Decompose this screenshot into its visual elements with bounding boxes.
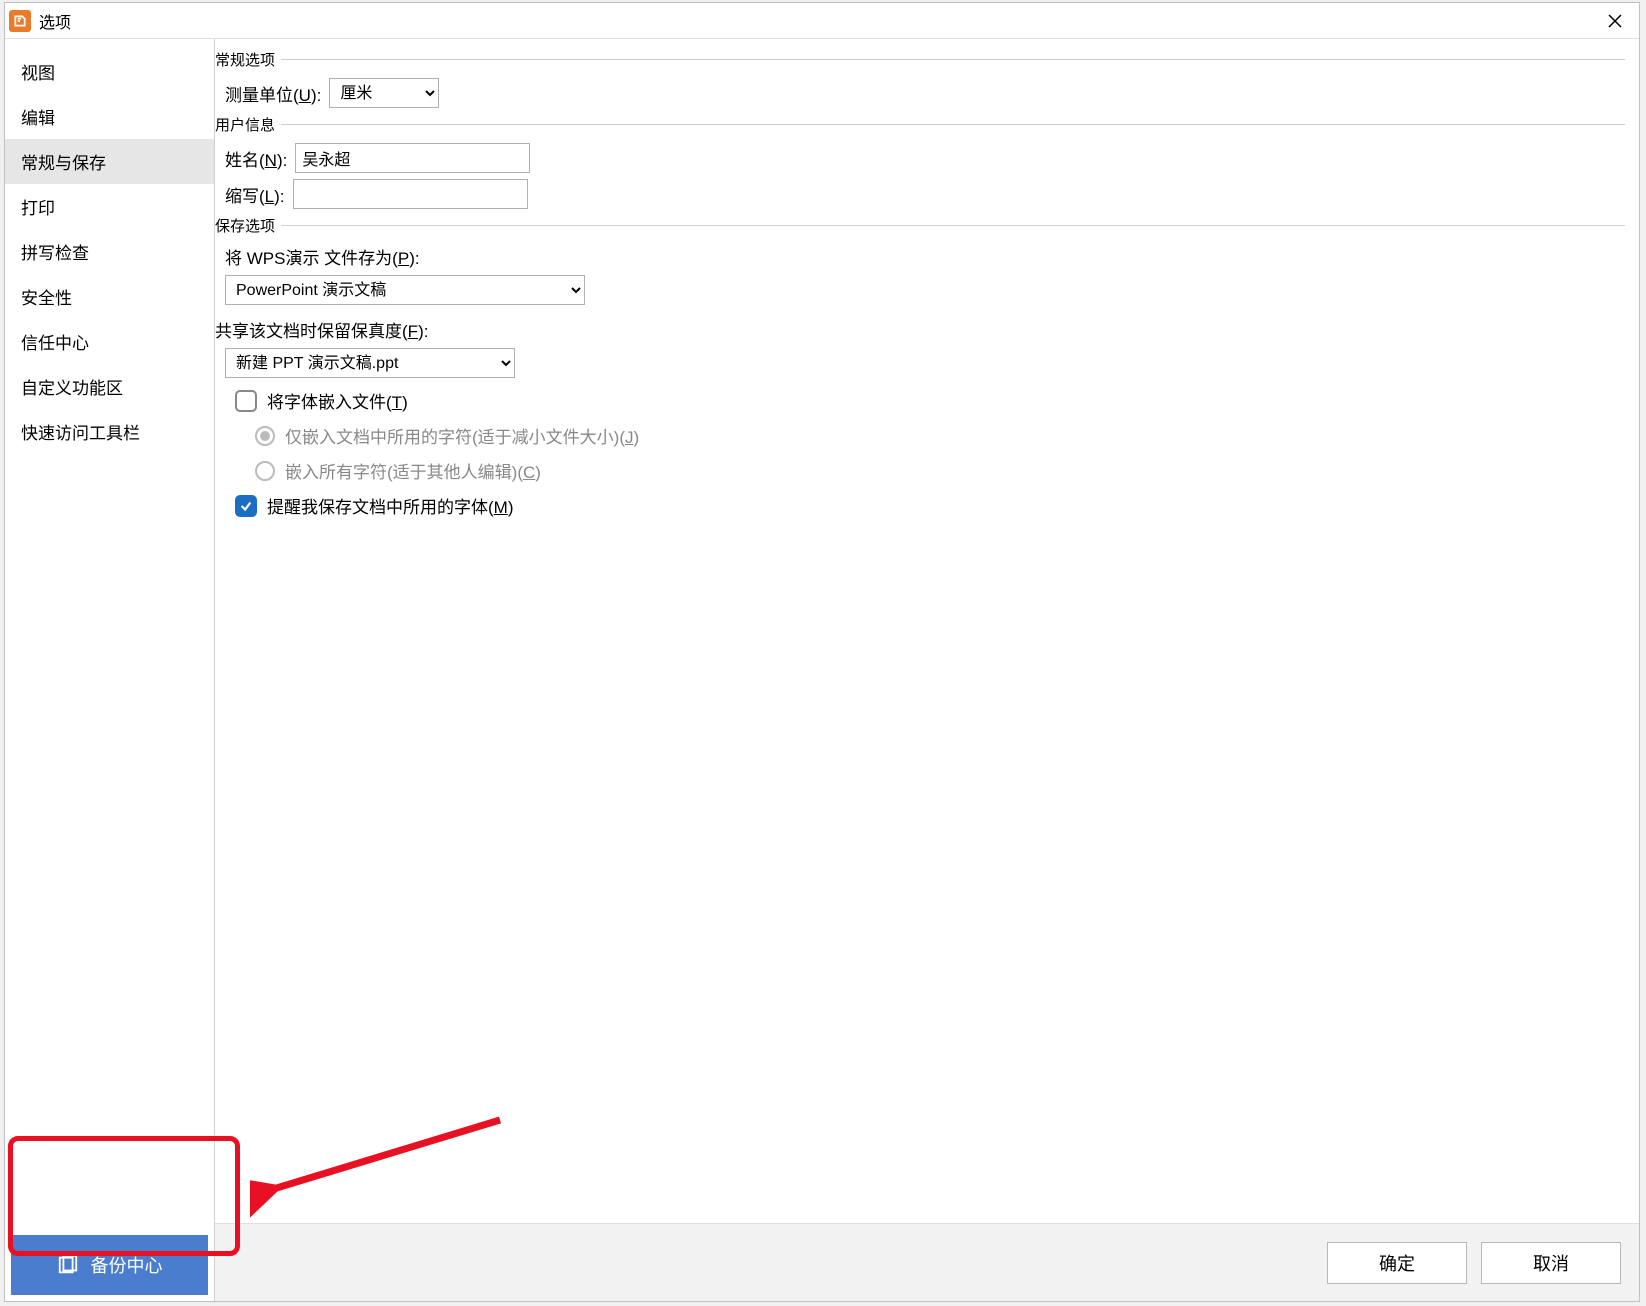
fidelity-doc-select[interactable]: 新建 PPT 演示文稿.ppt (225, 348, 515, 378)
sidebar-item-label: 拼写检查 (21, 244, 89, 263)
sidebar-item-label: 打印 (21, 199, 55, 218)
saveas-label: 将 WPS演示 文件存为(P): (225, 244, 420, 269)
sidebar-item-security[interactable]: 安全性 (5, 274, 214, 319)
row-embed-used-only: 仅嵌入文档中所用的字符(适于减小文件大小)(J) (255, 423, 1625, 448)
fidelity-label: 共享该文档时保留保真度(F): (215, 317, 428, 342)
row-saveas-select: PowerPoint 演示文稿 (225, 275, 1625, 305)
backup-icon (57, 1254, 79, 1276)
sidebar-item-customize-ribbon[interactable]: 自定义功能区 (5, 364, 214, 409)
row-remind-fonts[interactable]: 提醒我保存文档中所用的字体(M) (235, 493, 1625, 518)
content-inner: 常规选项 测量单位(U): 厘米 用户信息 姓名(N): 缩写(L): (215, 39, 1639, 1223)
row-initials: 缩写(L): (225, 179, 1625, 209)
embed-checkbox[interactable] (235, 390, 257, 412)
embed-opt2-label: 嵌入所有字符(适于其他人编辑)(C) (285, 458, 541, 483)
row-embed-all: 嵌入所有字符(适于其他人编辑)(C) (255, 458, 1625, 483)
sidebar-item-edit[interactable]: 编辑 (5, 94, 214, 139)
row-fidelity: 共享该文档时保留保真度(F): (215, 317, 1625, 342)
group-user-legend: 用户信息 (215, 114, 1625, 135)
row-name: 姓名(N): (225, 143, 1625, 173)
sidebar-item-label: 常规与保存 (21, 154, 106, 173)
group-save-legend: 保存选项 (215, 215, 1625, 236)
row-embed-fonts[interactable]: 将字体嵌入文件(T) (235, 388, 1625, 413)
dialog-body: 视图 编辑 常规与保存 打印 拼写检查 安全性 信任中心 自定义功能区 快速访问… (5, 39, 1639, 1301)
backup-wrap: 备份中心 (5, 1229, 214, 1301)
remind-checkbox[interactable] (235, 495, 257, 517)
unit-label: 测量单位(U): (225, 81, 321, 106)
backup-label: 备份中心 (91, 1252, 163, 1278)
close-button[interactable] (1595, 5, 1635, 37)
embed-opt2-radio (255, 461, 275, 481)
content: 常规选项 测量单位(U): 厘米 用户信息 姓名(N): 缩写(L): (215, 39, 1639, 1301)
sidebar-item-label: 视图 (21, 64, 55, 83)
remind-label: 提醒我保存文档中所用的字体(M) (267, 493, 514, 518)
sidebar-item-quick-access[interactable]: 快速访问工具栏 (5, 409, 214, 454)
sidebar-item-label: 信任中心 (21, 334, 89, 353)
app-icon (9, 10, 31, 32)
dialog-footer: 确定 取消 (215, 1223, 1639, 1301)
saveas-select[interactable]: PowerPoint 演示文稿 (225, 275, 585, 305)
cancel-button[interactable]: 取消 (1481, 1242, 1621, 1284)
sidebar-item-print[interactable]: 打印 (5, 184, 214, 229)
initials-input[interactable] (293, 179, 528, 209)
name-label: 姓名(N): (225, 146, 287, 171)
sidebar-item-label: 安全性 (21, 289, 72, 308)
legend-text: 用户信息 (215, 114, 275, 135)
sidebar-item-trust-center[interactable]: 信任中心 (5, 319, 214, 364)
initials-label: 缩写(L): (225, 182, 285, 207)
ok-label: 确定 (1379, 1250, 1415, 1276)
check-icon (239, 499, 253, 513)
embed-opt1-label: 仅嵌入文档中所用的字符(适于减小文件大小)(J) (285, 423, 639, 448)
legend-text: 保存选项 (215, 215, 275, 236)
embed-opt1-radio (255, 426, 275, 446)
sidebar: 视图 编辑 常规与保存 打印 拼写检查 安全性 信任中心 自定义功能区 快速访问… (5, 39, 215, 1301)
sidebar-item-label: 编辑 (21, 109, 55, 128)
options-dialog: 选项 视图 编辑 常规与保存 打印 拼写检查 安全性 信任中心 自定义功能区 快… (4, 2, 1640, 1302)
sidebar-item-spellcheck[interactable]: 拼写检查 (5, 229, 214, 274)
ok-button[interactable]: 确定 (1327, 1242, 1467, 1284)
sidebar-item-label: 自定义功能区 (21, 379, 123, 398)
row-saveas: 将 WPS演示 文件存为(P): (225, 244, 1625, 269)
sidebar-list: 视图 编辑 常规与保存 打印 拼写检查 安全性 信任中心 自定义功能区 快速访问… (5, 49, 214, 1229)
backup-center-button[interactable]: 备份中心 (11, 1235, 208, 1295)
sidebar-item-view[interactable]: 视图 (5, 49, 214, 94)
legend-text: 常规选项 (215, 49, 275, 70)
dialog-title: 选项 (39, 9, 1595, 33)
unit-select[interactable]: 厘米 (329, 78, 439, 108)
row-measurement-unit: 测量单位(U): 厘米 (225, 78, 1625, 108)
close-icon (1607, 13, 1623, 29)
name-input[interactable] (295, 143, 530, 173)
sidebar-item-label: 快速访问工具栏 (21, 424, 140, 443)
embed-label: 将字体嵌入文件(T) (267, 388, 408, 413)
titlebar: 选项 (5, 3, 1639, 39)
sidebar-item-general-save[interactable]: 常规与保存 (5, 139, 214, 184)
cancel-label: 取消 (1533, 1250, 1569, 1276)
group-general-legend: 常规选项 (215, 49, 1625, 70)
